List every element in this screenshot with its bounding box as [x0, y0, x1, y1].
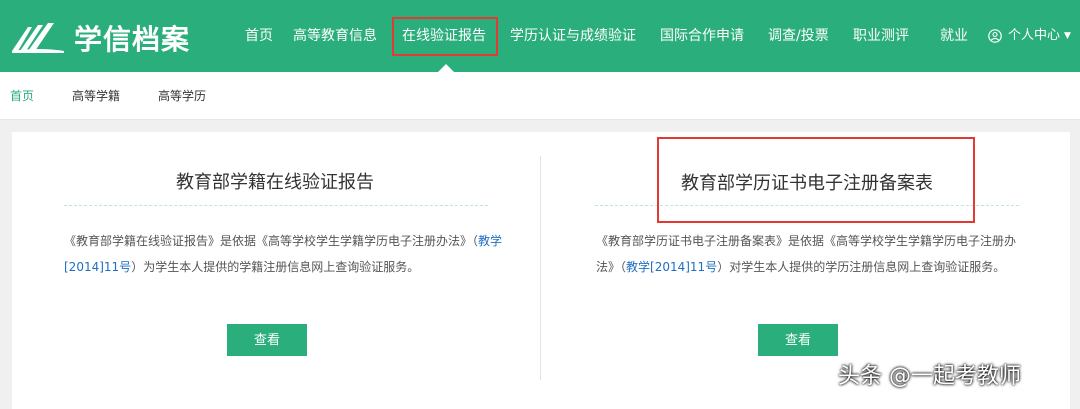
user-icon: [988, 29, 1002, 43]
book-logo-icon: [12, 23, 64, 53]
card-degree-regulation-link[interactable]: 教学[2014]11号: [626, 260, 717, 274]
breadcrumb-higher-enrollment[interactable]: 高等学籍: [72, 88, 120, 104]
card-enrollment-description: 《教育部学籍在线验证报告》是依据《高等学校学生学籍学历电子注册办法》（教学[20…: [64, 228, 504, 280]
nav-career-assessment[interactable]: 职业测评: [853, 26, 909, 46]
nav-employment[interactable]: 就业: [940, 26, 968, 46]
user-center-menu[interactable]: 个人中心 ▼: [988, 26, 1071, 46]
logo-text: 学信档案: [74, 23, 191, 56]
card-degree-title-highlight: [657, 137, 975, 223]
card-enrollment-title: 教育部学籍在线验证报告: [176, 172, 374, 193]
caret-down-icon: ▼: [1064, 31, 1071, 41]
breadcrumb-higher-degree[interactable]: 高等学历: [158, 88, 206, 104]
nav-degree-certification[interactable]: 学历认证与成绩验证: [510, 26, 636, 46]
site-logo[interactable]: 学信档案: [10, 18, 190, 58]
card-enrollment-desc-text-end: ）为学生本人提供的学籍注册信息网上查询验证服务。: [131, 260, 420, 274]
breadcrumb: 首页 高等学籍 高等学历: [0, 72, 1080, 120]
card-degree-desc-text-end: ）对学生本人提供的学历注册信息网上查询验证服务。: [717, 260, 1006, 274]
card-enrollment-view-button[interactable]: 查看: [227, 324, 307, 356]
top-nav-bar: 学信档案 首页 高等教育信息 在线验证报告 学历认证与成绩验证 国际合作申请 调…: [0, 0, 1080, 72]
nav-survey-vote[interactable]: 调查/投票: [768, 26, 829, 46]
breadcrumb-home[interactable]: 首页: [10, 88, 34, 104]
nav-higher-education[interactable]: 高等教育信息: [293, 26, 377, 46]
card-enrollment-divider: [64, 205, 488, 206]
card-enrollment-desc-text: 《教育部学籍在线验证报告》是依据《高等学校学生学籍学历电子注册办法》（: [64, 234, 479, 248]
nav-international-cooperation[interactable]: 国际合作申请: [660, 26, 744, 46]
panel-divider: [540, 156, 541, 380]
card-degree-view-button[interactable]: 查看: [758, 324, 838, 356]
nav-home[interactable]: 首页: [245, 26, 273, 46]
active-nav-pointer: [438, 64, 454, 72]
card-degree-description: 《教育部学历证书电子注册备案表》是依据《高等学校学生学籍学历电子注册办法》（教学…: [596, 228, 1026, 280]
active-nav-highlight: [392, 17, 498, 56]
watermark-text: 头条 @一起考教师: [838, 364, 1021, 389]
user-center-label: 个人中心: [1008, 28, 1061, 43]
